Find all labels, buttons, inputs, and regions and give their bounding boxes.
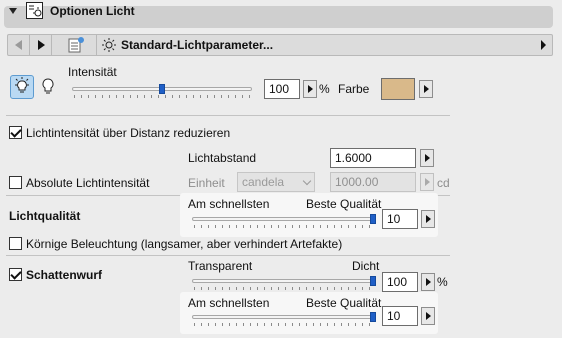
transparency-arrow-button[interactable] [421,273,435,291]
amount-unit: cd [437,176,450,190]
unit-select-value: candela [242,175,285,189]
unit-label: Einheit [188,176,225,190]
light-distance-label: Lichtabstand [188,151,257,165]
shadow-checkbox[interactable] [9,268,22,281]
transparency-unit: % [437,275,448,289]
quality-min-label: Am schnellsten [188,197,270,211]
quality-input[interactable]: 10 [382,209,418,229]
shadow-label: Schattenwurf [26,268,103,282]
absolute-intensity-label: Absolute Lichtintensität [26,176,150,190]
divider [6,255,450,256]
shadow-quality-min-label: Am schnellsten [188,296,270,310]
absolute-intensity-checkbox[interactable] [9,176,22,189]
shadow-quality-arrow-button[interactable] [421,307,435,325]
collapse-triangle-icon[interactable] [9,8,17,14]
panel-title: Optionen Licht [50,4,135,18]
light-settings-icon [26,2,43,19]
preset-selector[interactable]: Standard-Lichtparameter... [96,35,552,55]
arrow-right-icon [425,154,430,162]
arrow-left-icon [15,40,22,50]
arrow-right-icon [426,215,431,223]
grainy-lighting-checkbox[interactable] [9,237,22,250]
transparency-max-label: Dicht [352,259,380,273]
transparency-min-label: Transparent [188,259,253,273]
preset-name: Standard-Lichtparameter... [121,38,274,52]
chevron-down-icon [302,176,312,186]
quality-max-label: Beste Qualität [306,197,382,211]
arrow-right-icon [38,40,45,50]
sun-icon [102,38,116,52]
arrow-right-icon [426,278,431,286]
shadow-quality-slider-thumb[interactable] [370,312,376,322]
intensity-slider-ticks [74,95,250,98]
next-preset-button[interactable] [30,35,52,55]
unit-select[interactable]: candela [237,172,315,192]
preset-navbar: Standard-Lichtparameter... [7,34,553,56]
light-distance-input[interactable]: 1.6000 [330,148,416,168]
quality-slider-ticks [194,225,374,228]
intensity-unit: % [319,82,330,96]
quality-arrow-button[interactable] [421,210,435,228]
color-arrow-button[interactable] [419,80,433,98]
light-bulb-off-icon[interactable] [39,77,57,97]
previous-preset-button[interactable] [8,35,30,55]
light-bulb-on-icon [15,77,29,93]
intensity-label: Intensität [68,65,117,79]
amount-input[interactable]: 1000.00 [330,172,416,192]
color-swatch[interactable] [381,78,415,100]
color-label: Farbe [338,82,370,96]
arrow-right-icon [426,312,431,320]
arrow-right-icon [308,85,313,93]
quality-slider-thumb[interactable] [370,214,376,224]
intensity-slider-thumb[interactable] [159,84,165,94]
intensity-arrow-button[interactable] [303,80,317,98]
shadow-quality-input[interactable]: 10 [382,306,418,326]
quality-slider-track[interactable] [192,217,376,221]
arrow-right-icon [424,85,429,93]
distance-reduce-label: Lichtintensität über Distanz reduzieren [26,126,231,140]
shadow-quality-slider-ticks [194,323,374,326]
transparency-slider-ticks [194,287,374,290]
distance-reduce-checkbox[interactable] [9,126,22,139]
document-settings-icon[interactable] [66,36,86,54]
shadow-quality-slider-track[interactable] [192,315,376,319]
light-on-toggle[interactable] [10,75,34,99]
transparency-slider-track[interactable] [192,279,376,283]
transparency-input[interactable]: 100 [382,272,418,292]
quality-label: Lichtqualität [9,209,81,223]
divider [6,115,450,116]
intensity-input[interactable]: 100 [264,79,300,99]
light-distance-arrow-button[interactable] [420,149,434,167]
transparency-slider-thumb[interactable] [370,276,376,286]
grainy-lighting-label: Körnige Beleuchtung (langsamer, aber ver… [26,237,343,251]
amount-arrow-button[interactable] [420,173,434,191]
arrow-right-icon [425,178,430,186]
chevron-right-icon [541,40,546,50]
shadow-quality-max-label: Beste Qualität [306,296,382,310]
